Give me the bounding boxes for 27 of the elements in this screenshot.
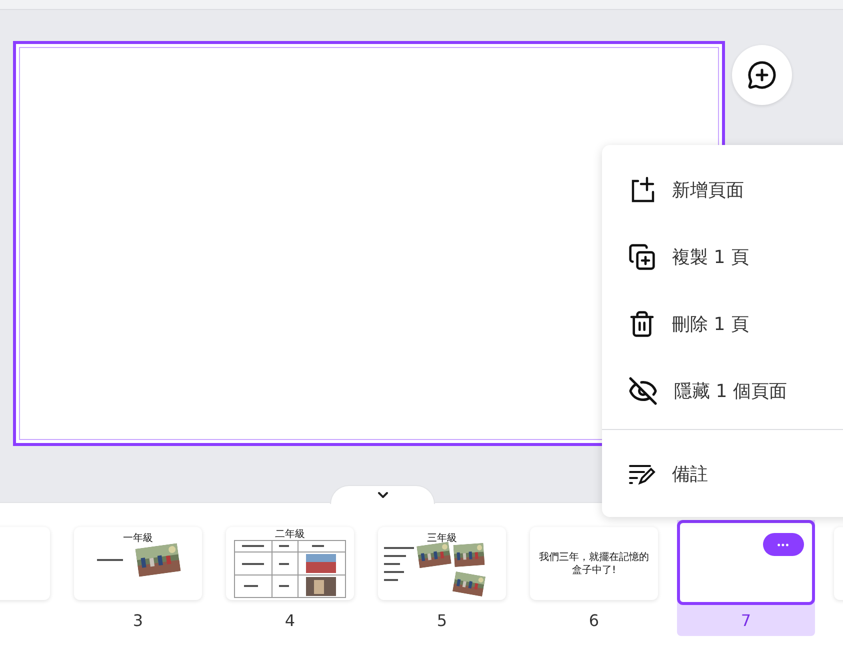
menu-item[interactable]: 複製 1 頁 — [602, 223, 843, 290]
page-thumbnail[interactable]: 二年級 — [226, 527, 354, 600]
page-number: 5 — [436, 610, 448, 632]
slide-text: 我們三年，就擺在記憶的盒子中了! — [538, 550, 650, 576]
page-number: 4 — [284, 610, 296, 632]
page-thumbnail[interactable]: 三年級 — [378, 527, 506, 600]
page-thumbnail[interactable]: ••• — [677, 520, 815, 605]
add-comment-button[interactable] — [732, 45, 792, 105]
menu-item[interactable]: 備註 — [602, 440, 843, 507]
trash-icon — [628, 310, 656, 338]
menu-item[interactable]: 新增頁面 — [602, 156, 843, 223]
menu-item[interactable]: 隱藏 1 個頁面 — [602, 357, 843, 424]
page-number: 7 — [740, 610, 752, 632]
page-thumbnail[interactable]: 一年級 — [74, 527, 202, 600]
more-button[interactable]: ••• — [763, 533, 804, 556]
menu-item[interactable]: 刪除 1 頁 — [602, 290, 843, 357]
slide-title: 三年級 — [427, 533, 457, 544]
slide-title: 一年級 — [123, 533, 153, 544]
eye-off-icon — [628, 376, 658, 406]
collapse-button[interactable] — [330, 485, 435, 504]
page-number: 6 — [588, 610, 600, 632]
page-number: 3 — [132, 610, 144, 632]
slide-title: 二年級 — [275, 529, 305, 540]
notes-icon — [628, 462, 656, 484]
copy-icon — [628, 242, 656, 270]
comment-plus-icon — [747, 60, 777, 90]
page-thumbnail[interactable]: 我們三年，就擺在記憶的盒子中了! — [530, 527, 658, 600]
